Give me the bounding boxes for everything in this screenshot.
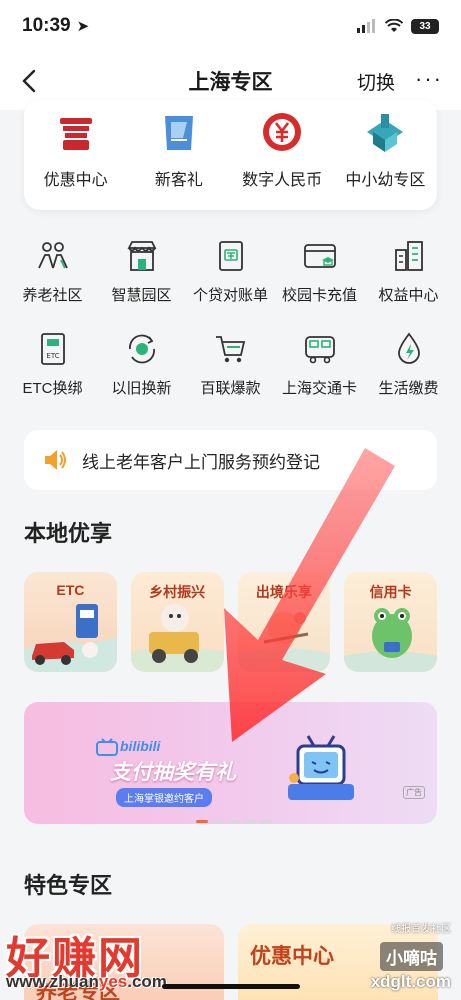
grid-item-smart-park[interactable]: 智慧园区 — [97, 238, 186, 305]
grid-item-shanghai-transit-card[interactable]: 上海交通卡 — [275, 331, 364, 398]
yuan-icon — [263, 113, 302, 151]
travel-illustration-icon — [237, 612, 331, 672]
pagination-dot[interactable] — [228, 820, 240, 823]
watermark-url-suffix: .com — [127, 972, 167, 991]
car-illustration-icon — [24, 604, 117, 672]
grid-item-label: 上海交通卡 — [281, 380, 357, 397]
banner-subtitle: 上海掌银邀约客户 — [116, 788, 212, 807]
battery-indicator: 33 — [411, 18, 439, 34]
top-item-label: 优惠中心 — [43, 172, 108, 189]
grid-item-label: 以旧换新 — [111, 380, 172, 397]
page-title: 上海专区 — [188, 71, 273, 94]
back-icon[interactable] — [16, 66, 46, 96]
top-item-digital-rmb[interactable]: 数字人民币 — [231, 100, 334, 210]
buildings-icon — [394, 241, 423, 271]
promo-card-credit[interactable]: 信用卡 — [344, 572, 437, 672]
section-title-local: 本地优享 — [24, 521, 113, 546]
watermark-url-highlight: yes — [98, 972, 128, 991]
trade-in-icon — [128, 334, 155, 364]
service-grid: 养老社区 智慧园区 个贷对账单 校园卡充值 权益中心 ETC ETC换绑 以旧换… — [8, 238, 453, 398]
top-item-label: 中小幼专区 — [345, 172, 426, 189]
promo-card-outbound[interactable]: 出境乐享 — [237, 572, 331, 672]
pagination-dot[interactable] — [196, 820, 208, 823]
top-shortcut-card: 优惠中心 新客礼 数字人民币 中小幼专区 — [24, 100, 437, 210]
grid-item-etc-rebind[interactable]: ETC ETC换绑 — [8, 331, 97, 398]
building-icon — [59, 118, 92, 150]
location-arrow-icon: ➤ — [76, 18, 90, 35]
watermark-right: 线报首发社区 小嘀咕 xdglt.com — [355, 920, 455, 1000]
notice-bar[interactable]: 线上老年客户上门服务预约登记 — [24, 430, 437, 490]
top-item-label: 数字人民币 — [242, 172, 323, 189]
wifi-icon — [385, 19, 403, 32]
status-indicators: 33 — [357, 18, 439, 34]
switch-button[interactable]: 切换 — [357, 68, 395, 95]
grid-item-benefits-center[interactable]: 权益中心 — [364, 238, 453, 305]
grid-item-elderly-community[interactable]: 养老社区 — [8, 238, 97, 305]
grid-item-label: 生活缴费 — [378, 380, 439, 397]
watermark-right-mid: 小嘀咕 — [380, 942, 443, 971]
grid-item-label: 校园卡充值 — [281, 287, 357, 304]
watermark-right-bottom: xdglt.com — [370, 972, 451, 991]
tv-mascot-icon — [288, 735, 354, 800]
grid-item-loan-statement[interactable]: 个贷对账单 — [186, 238, 275, 305]
pagination-dot[interactable] — [244, 820, 256, 823]
banner-brand: bilibili — [120, 738, 161, 754]
frog-illustration-icon — [344, 608, 437, 672]
more-button[interactable]: ··· — [415, 66, 443, 92]
grid-item-label: 个贷对账单 — [192, 287, 268, 304]
bus-icon — [304, 336, 335, 364]
elderly-icon — [37, 242, 68, 269]
grid-item-label: 百联爆款 — [200, 380, 261, 397]
watermark-url-prefix: www.zhuan — [6, 972, 99, 991]
promo-card-etc[interactable]: ETC — [24, 572, 117, 672]
banner-title: 支付抽奖有礼 — [110, 761, 236, 784]
grid-item-label: 权益中心 — [378, 287, 439, 304]
feature-card-label: 优惠中心 — [250, 945, 334, 968]
watermark-right-top: 线报首发社区 — [391, 924, 451, 935]
grid-item-label: 智慧园区 — [111, 287, 172, 304]
banner-pagination — [196, 820, 272, 823]
bilibili-banner[interactable]: bilibili 支付抽奖有礼 上海掌银邀约客户 广告 — [24, 702, 437, 824]
home-indicator — [162, 984, 300, 989]
bilibili-tv-icon — [96, 738, 118, 756]
ad-tag: 广告 — [403, 786, 425, 799]
loan-bill-icon — [218, 241, 243, 271]
tractor-illustration-icon — [130, 604, 224, 672]
grid-item-label: 养老社区 — [22, 287, 83, 304]
grid-item-label: ETC换绑 — [22, 380, 83, 397]
notice-text: 线上老年客户上门服务预约登记 — [82, 452, 320, 472]
bolt-drop-icon — [397, 332, 420, 364]
etc-icon: ETC — [40, 333, 65, 365]
top-item-sme[interactable]: 中小幼专区 — [334, 100, 437, 210]
section-title-featured: 特色专区 — [24, 873, 113, 898]
grid-item-trade-in[interactable]: 以旧换新 — [97, 331, 186, 398]
pagination-dot[interactable] — [260, 820, 272, 823]
pagination-dot[interactable] — [212, 820, 224, 823]
local-promo-row: ETC 乡村振兴 出境乐享 信用卡 — [24, 572, 437, 672]
status-time: 10:39 — [22, 15, 71, 36]
store-icon — [127, 241, 156, 271]
grid-item-bailian-hot[interactable]: 百联爆款 — [186, 331, 275, 398]
gift-icon — [164, 116, 193, 150]
campus-card-icon — [303, 244, 336, 268]
top-item-label: 新客礼 — [154, 172, 203, 189]
speaker-icon — [45, 450, 66, 470]
grid-item-utility-payment[interactable]: 生活缴费 — [364, 331, 453, 398]
cart-icon — [215, 336, 245, 363]
status-bar: 10:39 ➤ 33 — [0, 0, 461, 52]
svg-text:ETC: ETC — [46, 352, 59, 360]
cube-building-icon — [367, 114, 404, 152]
promo-card-rural[interactable]: 乡村振兴 — [130, 572, 224, 672]
top-item-new-customer[interactable]: 新客礼 — [127, 100, 230, 210]
grid-item-campus-card[interactable]: 校园卡充值 — [275, 238, 364, 305]
top-item-offers[interactable]: 优惠中心 — [24, 100, 127, 210]
signal-icon — [357, 19, 375, 33]
watermark-url: www.zhuanyes.com — [6, 972, 167, 992]
